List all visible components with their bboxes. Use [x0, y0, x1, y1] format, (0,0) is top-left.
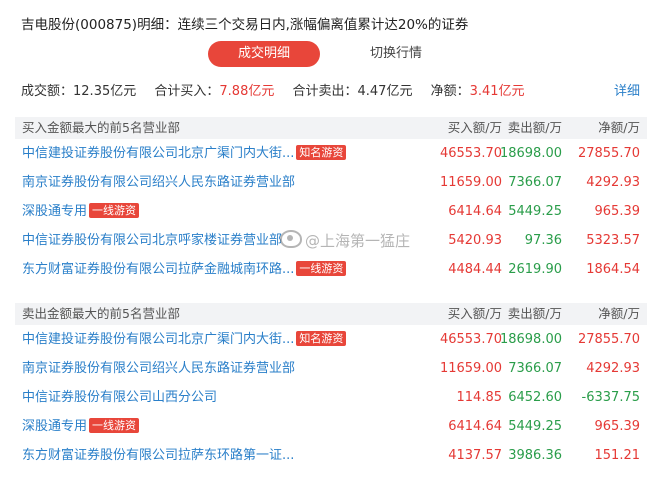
buy-amount: 114.85 [456, 390, 503, 405]
branch-name-text: 中信证券股份有限公司山西分公司 [22, 390, 218, 405]
turnover-label: 成交额： [21, 84, 74, 99]
net-amount: 4292.93 [586, 175, 640, 190]
trader-tag: 一线游资 [89, 203, 140, 218]
buy-amount: 11659.00 [439, 361, 502, 376]
branch-name[interactable]: 中信证券股份有限公司北京呼家楼证券营业部 [22, 226, 282, 255]
col-header-net: 净额/万 [598, 306, 640, 321]
total-sell-group: 合计卖出：4.47亿元 [292, 80, 412, 99]
sell-amount: 2619.90 [508, 262, 562, 277]
total-sell-label: 合计卖出： [292, 84, 358, 99]
branch-name-text: 南京证券股份有限公司绍兴人民东路证券营业部 [22, 361, 296, 376]
sell-amount: 97.36 [524, 233, 562, 248]
table-row: 中信建投证券股份有限公司北京广渠门内大街... 知名游资 46553.70 186… [15, 325, 647, 354]
branch-name[interactable]: 东方财富证券股份有限公司拉萨东环路第一证... [22, 441, 294, 470]
trader-tag: 一线游资 [89, 418, 140, 433]
branch-name[interactable]: 东方财富证券股份有限公司拉萨金融城南环路... 一线游资 [22, 255, 347, 284]
net-amount: 27855.70 [577, 146, 640, 161]
net-value: 3.41亿元 [469, 84, 525, 99]
branch-name-text: 中信证券股份有限公司北京呼家楼证券营业部 [22, 233, 283, 248]
detail-link[interactable]: 详细 [614, 80, 640, 99]
table-row: 中信证券股份有限公司山西分公司 114.85 6452.60 -6337.75 [15, 383, 647, 412]
net-label: 净额： [430, 84, 470, 99]
table-row: 东方财富证券股份有限公司拉萨金融城南环路... 一线游资 4484.44 2619… [15, 255, 647, 284]
table-row: 深股通专用 一线游资 6414.64 5449.25 965.39 [15, 412, 647, 441]
sell-section-header: 卖出金额最大的前5名营业部 买入额/万 卖出额/万 净额/万 [15, 303, 647, 325]
tab-trade-details[interactable]: 成交明细 [208, 41, 320, 67]
sell-amount: 5449.25 [508, 204, 562, 219]
branch-name-text: 中信建投证券股份有限公司北京广渠门内大街... [22, 332, 295, 347]
net-amount: 27855.70 [577, 332, 640, 347]
page-title: 吉电股份(000875)明细：连续三个交易日内,涨幅偏离值累计达20%的证券 [21, 17, 469, 33]
branch-name[interactable]: 南京证券股份有限公司绍兴人民东路证券营业部 [22, 354, 295, 383]
net-amount: 5323.57 [586, 233, 640, 248]
col-header-sell: 卖出额/万 [507, 120, 562, 135]
buy-amount: 46553.70 [439, 146, 502, 161]
sell-amount: 7366.07 [508, 361, 562, 376]
trader-tag: 知名游资 [296, 331, 347, 346]
total-buy-value: 7.88亿元 [219, 84, 275, 99]
sell-section: 卖出金额最大的前5名营业部 买入额/万 卖出额/万 净额/万 中信建投证券股份有… [15, 303, 647, 470]
sell-amount: 3986.36 [508, 448, 562, 463]
buy-amount: 4484.44 [448, 262, 502, 277]
total-sell-value: 4.47亿元 [357, 84, 413, 99]
net-amount: 151.21 [594, 448, 641, 463]
sell-amount: 5449.25 [508, 419, 562, 434]
net-amount: 1864.54 [586, 262, 640, 277]
buy-amount: 6414.64 [448, 204, 502, 219]
branch-name-text: 深股通专用 [22, 204, 88, 219]
net-amount: 965.39 [594, 204, 641, 219]
net-amount: 4292.93 [586, 361, 640, 376]
branch-name[interactable]: 中信建投证券股份有限公司北京广渠门内大街... 知名游资 [22, 325, 347, 354]
branch-name-text: 中信建投证券股份有限公司北京广渠门内大街... [22, 146, 295, 161]
buy-amount: 46553.70 [439, 332, 502, 347]
col-header-net: 净额/万 [598, 120, 640, 135]
net-amount: -6337.75 [581, 390, 640, 405]
buy-section: 买入金额最大的前5名营业部 买入额/万 卖出额/万 净额/万 中信建投证券股份有… [15, 117, 647, 284]
tab-switch-quotes[interactable]: 切换行情 [340, 41, 452, 67]
branch-name-text: 深股通专用 [22, 419, 88, 434]
buy-section-header: 买入金额最大的前5名营业部 买入额/万 卖出额/万 净额/万 [15, 117, 647, 139]
buy-amount: 6414.64 [448, 419, 502, 434]
table-row: 中信建投证券股份有限公司北京广渠门内大街... 知名游资 46553.70 186… [15, 139, 647, 168]
table-row: 南京证券股份有限公司绍兴人民东路证券营业部 11659.00 7366.07 4… [15, 168, 647, 197]
sell-section-title: 卖出金额最大的前5名营业部 [22, 306, 180, 321]
net-amount: 965.39 [594, 419, 641, 434]
turnover-group: 成交额：12.35亿元 [21, 80, 136, 99]
branch-name[interactable]: 深股通专用 一线游资 [22, 197, 140, 226]
sell-amount: 7366.07 [508, 175, 562, 190]
sell-amount: 18698.00 [499, 146, 562, 161]
turnover-value: 12.35亿元 [73, 84, 137, 99]
buy-amount: 4137.57 [448, 448, 502, 463]
table-row: 东方财富证券股份有限公司拉萨东环路第一证... 4137.57 3986.36 … [15, 441, 647, 470]
trader-tag: 一线游资 [296, 261, 347, 276]
branch-name[interactable]: 深股通专用 一线游资 [22, 412, 140, 441]
net-group: 净额：3.41亿元 [431, 80, 525, 99]
sell-amount: 18698.00 [499, 332, 562, 347]
col-header-buy: 买入额/万 [447, 120, 502, 135]
branch-name[interactable]: 南京证券股份有限公司绍兴人民东路证券营业部 [22, 168, 295, 197]
branch-name-text: 南京证券股份有限公司绍兴人民东路证券营业部 [22, 175, 296, 190]
col-header-sell: 卖出额/万 [507, 306, 562, 321]
branch-name[interactable]: 中信证券股份有限公司山西分公司 [22, 383, 217, 412]
total-buy-label: 合计买入： [154, 84, 220, 99]
table-row: 深股通专用 一线游资 6414.64 5449.25 965.39 [15, 197, 647, 226]
buy-amount: 11659.00 [439, 175, 502, 190]
sell-amount: 6452.60 [508, 390, 562, 405]
col-header-buy: 买入额/万 [447, 306, 502, 321]
buy-amount: 5420.93 [448, 233, 502, 248]
total-buy-group: 合计买入：7.88亿元 [154, 80, 274, 99]
table-row: 中信证券股份有限公司北京呼家楼证券营业部 5420.93 97.36 5323.… [15, 226, 647, 255]
branch-name[interactable]: 中信建投证券股份有限公司北京广渠门内大街... 知名游资 [22, 139, 347, 168]
branch-name-text: 东方财富证券股份有限公司拉萨金融城南环路... [22, 262, 295, 277]
branch-name-text: 东方财富证券股份有限公司拉萨东环路第一证... [22, 448, 295, 463]
table-row: 南京证券股份有限公司绍兴人民东路证券营业部 11659.00 7366.07 4… [15, 354, 647, 383]
buy-section-title: 买入金额最大的前5名营业部 [22, 120, 180, 135]
summary-bar: 成交额：12.35亿元 合计买入：7.88亿元 合计卖出：4.47亿元 净额：3… [21, 80, 641, 100]
trader-tag: 知名游资 [296, 145, 347, 160]
